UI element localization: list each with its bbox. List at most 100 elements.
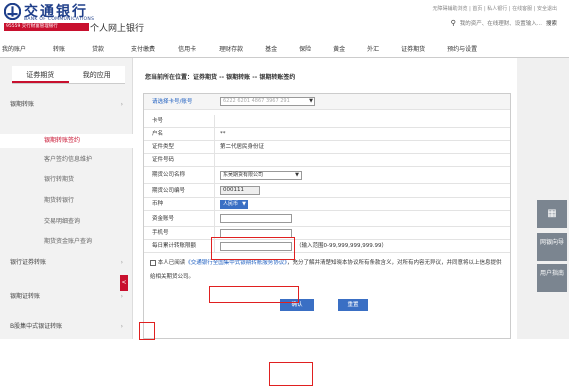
sidebar-tabs: 证券期货 我的应用 — [12, 66, 125, 84]
card-select-row: 请选择卡号/账号 6222 6201 4867 3967 291 ▼ — [144, 94, 510, 110]
sidebar-item-label: 银期证转账 — [10, 293, 41, 300]
card-select-value: 6222 6201 4867 3967 291 — [223, 98, 290, 104]
sidebar-group-bank-futures[interactable]: 银期转账 › — [0, 98, 133, 112]
form-row-id-type: 证件类型 第二代居民身份证 — [144, 141, 510, 154]
chevron-right-icon: › — [120, 259, 123, 266]
divider — [214, 211, 215, 227]
agreement-text: 本人已阅读《交通银行全国集中式银期转账服务协议》，充分了解并清楚知晓本协议所有条… — [150, 256, 506, 284]
nav-item-wealth[interactable]: 理财存款 — [219, 44, 243, 53]
qr-code-icon[interactable]: ▦ — [537, 200, 567, 228]
chevron-down-icon: ▼ — [295, 172, 299, 178]
sidebar-item-bank-to-futures[interactable]: 银行转期货 — [44, 174, 74, 183]
chevron-right-icon: › — [120, 293, 123, 300]
chevron-down-icon: ▼ — [242, 201, 246, 207]
bank-logo-icon — [4, 3, 21, 20]
guide-button[interactable]: 网银向导 — [537, 233, 567, 261]
currency-select[interactable]: 人民币 ▼ — [220, 200, 248, 209]
field-label: 期货公司名称 — [152, 172, 186, 178]
signing-form: 请选择卡号/账号 6222 6201 4867 3967 291 ▼ 卡号 户名… — [143, 93, 511, 339]
hotline-banner: 95559 交行财富管理银行 — [4, 23, 89, 31]
form-row-id-number: 证件号码 — [144, 154, 510, 167]
form-row-company-code: 期货公司编号 000111 — [144, 184, 510, 198]
sidebar-item-account-query[interactable]: 期货资金账户查询 — [44, 236, 92, 245]
main-content: 您当前所在位置：证券期货 -- 银期转账 -- 银期转账签约 请选择卡号/账号 … — [137, 58, 517, 386]
field-label: 币种 — [152, 201, 164, 207]
header: 交通银行 BANK OF COMMUNICATIONS 95559 交行财富管理… — [0, 0, 569, 40]
futures-company-select[interactable]: 东吴期货有限公司 ▼ — [220, 171, 302, 180]
company-code-field: 000111 — [220, 186, 260, 195]
field-label: 证件类型 — [152, 144, 175, 150]
nav-item-loan[interactable]: 贷款 — [92, 44, 104, 53]
chevron-right-icon: › — [120, 101, 123, 108]
highlight-box-company — [211, 237, 295, 260]
form-row-currency: 币种 人民币 ▼ — [144, 198, 510, 211]
highlight-box-fund-account — [209, 286, 299, 303]
sidebar-item-signing[interactable]: 银期转账签约 — [0, 134, 133, 148]
field-label: 手机号 — [152, 230, 169, 236]
form-row-company: 期货公司名称 东吴期货有限公司 ▼ — [144, 167, 510, 184]
divider — [214, 128, 215, 141]
divider — [214, 141, 215, 154]
nav-item-gold[interactable]: 黄金 — [333, 44, 345, 53]
form-row-phone: 手机号 — [144, 227, 510, 240]
field-value: 第二代居民身份证 — [220, 144, 265, 150]
breadcrumb: 您当前所在位置：证券期货 -- 银期转账 -- 银期转账签约 — [145, 74, 296, 81]
nav-item-payment[interactable]: 支付缴费 — [131, 44, 155, 53]
field-label: 资金账号 — [152, 216, 175, 222]
field-value: ** — [220, 131, 226, 137]
tab-my-apps[interactable]: 我的应用 — [69, 66, 126, 83]
manual-button[interactable]: 用户指南 — [537, 264, 567, 292]
field-label: 户名 — [152, 131, 164, 137]
nav-item-insurance[interactable]: 保险 — [299, 44, 311, 53]
collapse-sidebar-button[interactable]: < — [120, 275, 128, 291]
bank-name-en: BANK OF COMMUNICATIONS — [24, 17, 95, 22]
nav-item-settings[interactable]: 预约与设置 — [447, 44, 477, 53]
agreement-link[interactable]: 《交通银行全国集中式银期转账服务协议》 — [185, 260, 287, 266]
form-row-name: 户名 ** — [144, 128, 510, 141]
nav-item-credit[interactable]: 信用卡 — [178, 44, 196, 53]
form-row-daily-limit: 每日累计转账限额 （输入范围0-99,999,999,999.99） — [144, 240, 510, 253]
site-title: 个人网上银行 — [90, 24, 145, 34]
field-label: 每日累计转账限额 — [152, 243, 197, 249]
sidebar-item-label: B股集中式银证转账 — [10, 323, 63, 330]
divider — [214, 167, 215, 184]
sidebar-item-label: 银期转账 — [10, 101, 35, 108]
nav-item-fund[interactable]: 基金 — [265, 44, 277, 53]
sidebar-item-label: 银行证券转账 — [10, 259, 47, 266]
highlight-box-confirm — [269, 362, 313, 386]
limit-hint: （输入范围0-99,999,999,999.99） — [296, 243, 387, 249]
agreement-prefix: 本人已阅读 — [157, 260, 186, 266]
right-sidebar: ▦ 网银向导 用户指南 — [517, 58, 569, 339]
nav-item-securities[interactable]: 证券期货 — [401, 44, 425, 53]
main-nav: 我的账户 转账 贷款 支付缴费 信用卡 理财存款 基金 保险 黄金 外汇 证券期… — [0, 40, 569, 58]
tab-securities[interactable]: 证券期货 — [12, 66, 69, 83]
divider — [214, 198, 215, 211]
chevron-down-icon: ▼ — [309, 98, 313, 104]
currency-value: 人民币 — [223, 201, 239, 207]
divider — [214, 184, 215, 198]
form-row-fund-account: 资金账号 — [144, 211, 510, 227]
sidebar-item-transaction-query[interactable]: 交易明细查询 — [44, 216, 80, 225]
sidebar-group-b-share[interactable]: B股集中式银证转账 › — [0, 320, 133, 334]
search-bar: ⚲ 我的资产、在线理财、设置输入... 搜索 — [451, 19, 557, 27]
top-links[interactable]: 无障碍辅助浏览 | 首页 | 私人银行 | 在线客服 | 安全退出 — [433, 5, 557, 12]
fund-account-input[interactable] — [220, 214, 292, 223]
search-button[interactable]: 搜索 — [546, 19, 557, 27]
card-select-label: 请选择卡号/账号 — [152, 99, 193, 105]
reset-button[interactable]: 重置 — [338, 299, 368, 311]
nav-item-transfer[interactable]: 转账 — [53, 44, 65, 53]
sidebar-group-bank-securities[interactable]: 银行证券转账 › — [0, 256, 133, 270]
card-select[interactable]: 6222 6201 4867 3967 291 ▼ — [220, 97, 315, 106]
nav-item-forex[interactable]: 外汇 — [367, 44, 379, 53]
sidebar-item-futures-to-bank[interactable]: 期货转银行 — [44, 195, 74, 204]
field-label: 卡号 — [152, 118, 164, 124]
chevron-right-icon: › — [120, 323, 123, 330]
agreement-checkbox[interactable] — [150, 259, 156, 266]
sidebar-item-info-maintain[interactable]: 客户签约信息维护 — [44, 154, 92, 163]
nav-item-account[interactable]: 我的账户 — [2, 44, 26, 53]
form-row-card: 卡号 — [144, 115, 510, 128]
sidebar-group-yinqi[interactable]: 银期证转账 › — [0, 290, 133, 304]
search-input[interactable]: 我的资产、在线理财、设置输入... — [460, 19, 542, 27]
left-sidebar: 证券期货 我的应用 银期转账 › 银期转账签约 客户签约信息维护 银行转期货 期… — [0, 58, 133, 339]
futures-company-value: 东吴期货有限公司 — [223, 172, 264, 178]
